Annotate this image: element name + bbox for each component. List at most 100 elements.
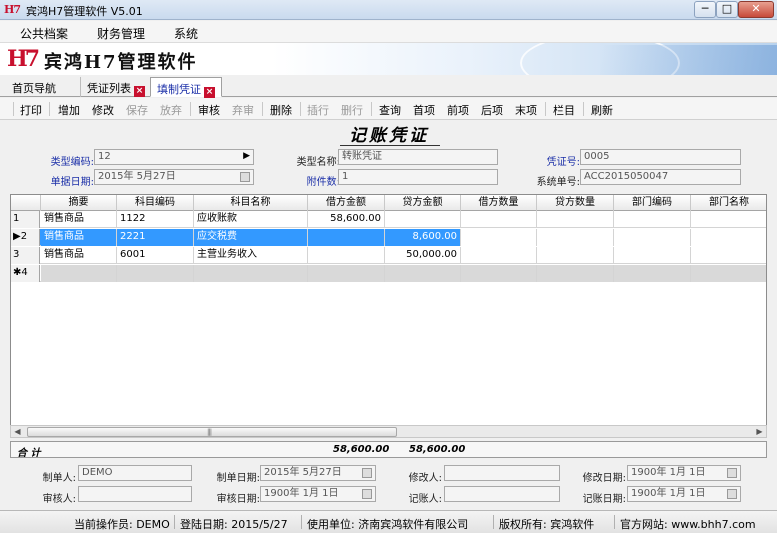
tab-voucher-list[interactable]: 凭证列表 × xyxy=(80,77,152,97)
delete-row-button[interactable]: 删行 xyxy=(341,102,363,118)
debit-amount-cell[interactable] xyxy=(308,265,385,282)
menu-system[interactable]: 系统 xyxy=(174,25,198,42)
debit-amount-cell[interactable] xyxy=(308,229,385,246)
dept-name-cell[interactable] xyxy=(691,265,766,282)
table-row-selected[interactable]: ▶2 销售商品 2221 应交税费 8,600.00 xyxy=(11,229,766,246)
calendar-icon[interactable] xyxy=(240,172,250,182)
credit-qty-cell[interactable] xyxy=(537,247,614,264)
credit-amount-cell[interactable]: 50,000.00 xyxy=(385,247,461,264)
credit-amount-cell[interactable] xyxy=(385,211,461,228)
print-button[interactable]: 打印 xyxy=(20,102,42,118)
column-header[interactable]: 部门名称 xyxy=(691,195,766,211)
account-name-cell[interactable]: 应交税费 xyxy=(194,229,308,246)
save-button[interactable]: 保存 xyxy=(126,102,148,118)
horizontal-scrollbar[interactable]: ◀ ||| ▶ xyxy=(10,425,767,438)
column-header[interactable]: 部门编码 xyxy=(614,195,691,211)
dept-name-cell[interactable] xyxy=(691,211,766,228)
dept-name-cell[interactable] xyxy=(691,229,766,246)
table-row[interactable]: 3 销售商品 6001 主营业务收入 50,000.00 xyxy=(11,247,766,264)
poster-field[interactable] xyxy=(444,486,560,502)
summary-cell[interactable]: 销售商品 xyxy=(41,247,117,264)
credit-qty-cell[interactable] xyxy=(537,211,614,228)
column-header[interactable]: 贷方金额 xyxy=(385,195,461,211)
audit-button[interactable]: 审核 xyxy=(198,102,220,118)
summary-cell[interactable] xyxy=(41,265,117,282)
credit-amount-cell[interactable]: 8,600.00 xyxy=(385,229,461,246)
dept-code-cell[interactable] xyxy=(614,265,691,282)
close-window-button[interactable]: ✕ xyxy=(738,1,774,18)
account-code-cell[interactable]: 1122 xyxy=(117,211,194,228)
column-header[interactable]: 科目编码 xyxy=(117,195,194,211)
modify-date-picker[interactable]: 1900年 1月 1日 xyxy=(627,465,741,481)
tab-home-nav[interactable]: 首页导航 xyxy=(6,77,62,97)
debit-qty-cell[interactable] xyxy=(461,247,537,264)
tab-fill-voucher[interactable]: 填制凭证 × xyxy=(150,77,222,98)
credit-amount-cell[interactable] xyxy=(385,265,461,282)
account-code-cell[interactable]: 6001 xyxy=(117,247,194,264)
maker-field[interactable]: DEMO xyxy=(78,465,192,481)
row-header[interactable]: 3 xyxy=(11,247,40,264)
post-date-picker[interactable]: 1900年 1月 1日 xyxy=(627,486,741,502)
summary-cell[interactable]: 销售商品 xyxy=(41,229,117,246)
attachment-count-field[interactable]: 1 xyxy=(338,169,498,185)
dept-code-cell[interactable] xyxy=(614,211,691,228)
summary-cell[interactable]: 销售商品 xyxy=(41,211,117,228)
account-name-cell[interactable] xyxy=(194,265,308,282)
voucher-no-field[interactable]: 0005 xyxy=(580,149,741,165)
audit-date-picker[interactable]: 1900年 1月 1日 xyxy=(260,486,376,502)
delete-button[interactable]: 删除 xyxy=(270,102,292,118)
maximize-button[interactable]: □ xyxy=(716,1,738,18)
scroll-right-icon[interactable]: ▶ xyxy=(753,426,766,437)
last-button[interactable]: 末项 xyxy=(515,102,537,118)
dept-code-cell[interactable] xyxy=(614,229,691,246)
minimize-button[interactable]: ─ xyxy=(694,1,716,18)
discard-button[interactable]: 放弃 xyxy=(160,102,182,118)
menu-public-archives[interactable]: 公共档案 xyxy=(20,25,68,42)
account-code-cell[interactable] xyxy=(117,265,194,282)
debit-qty-cell[interactable] xyxy=(461,211,537,228)
auditor-field[interactable] xyxy=(78,486,192,502)
debit-qty-cell[interactable] xyxy=(461,265,537,282)
credit-qty-cell[interactable] xyxy=(537,265,614,282)
first-button[interactable]: 首项 xyxy=(413,102,435,118)
menu-finance[interactable]: 财务管理 xyxy=(97,25,145,42)
type-name-field[interactable]: 转账凭证 xyxy=(338,149,498,165)
system-no-field[interactable]: ACC2015050047 xyxy=(580,169,741,185)
next-button[interactable]: 后项 xyxy=(481,102,503,118)
row-header[interactable]: ▶2 xyxy=(11,229,40,246)
type-code-field[interactable]: 12 ▶ xyxy=(94,149,254,165)
table-row[interactable]: 1 销售商品 1122 应收账款 58,600.00 xyxy=(11,211,766,228)
dept-name-cell[interactable] xyxy=(691,247,766,264)
status-website[interactable]: 官方网站: www.bhh7.com xyxy=(620,516,756,532)
doc-date-picker[interactable]: 2015年 5月27日 xyxy=(94,169,254,185)
row-header[interactable]: ✱4 xyxy=(11,265,40,282)
lookup-arrow-icon[interactable]: ▶ xyxy=(243,150,250,162)
previous-button[interactable]: 前项 xyxy=(447,102,469,118)
account-code-cell[interactable]: 2221 xyxy=(117,229,194,246)
unaudit-button[interactable]: 弃审 xyxy=(232,102,254,118)
columns-button[interactable]: 栏目 xyxy=(553,102,575,118)
account-name-cell[interactable]: 主营业务收入 xyxy=(194,247,308,264)
close-tab-icon[interactable]: × xyxy=(134,86,145,97)
column-header[interactable]: 借方数量 xyxy=(461,195,537,211)
make-date-picker[interactable]: 2015年 5月27日 xyxy=(260,465,376,481)
column-header[interactable]: 借方金额 xyxy=(308,195,385,211)
calendar-icon[interactable] xyxy=(727,468,737,478)
debit-amount-cell[interactable]: 58,600.00 xyxy=(308,211,385,228)
scrollbar-thumb[interactable] xyxy=(27,427,397,437)
query-button[interactable]: 查询 xyxy=(379,102,401,118)
column-header[interactable]: 贷方数量 xyxy=(537,195,614,211)
scroll-left-icon[interactable]: ◀ xyxy=(11,426,24,437)
add-button[interactable]: 增加 xyxy=(58,102,80,118)
dept-code-cell[interactable] xyxy=(614,247,691,264)
column-header[interactable]: 科目名称 xyxy=(194,195,308,211)
close-tab-icon[interactable]: × xyxy=(204,87,215,98)
edit-button[interactable]: 修改 xyxy=(92,102,114,118)
debit-qty-cell[interactable] xyxy=(461,229,537,246)
insert-row-button[interactable]: 插行 xyxy=(307,102,329,118)
row-header[interactable]: 1 xyxy=(11,211,40,228)
credit-qty-cell[interactable] xyxy=(537,229,614,246)
refresh-button[interactable]: 刷新 xyxy=(591,102,613,118)
calendar-icon[interactable] xyxy=(727,489,737,499)
new-row[interactable]: ✱4 xyxy=(11,265,766,282)
